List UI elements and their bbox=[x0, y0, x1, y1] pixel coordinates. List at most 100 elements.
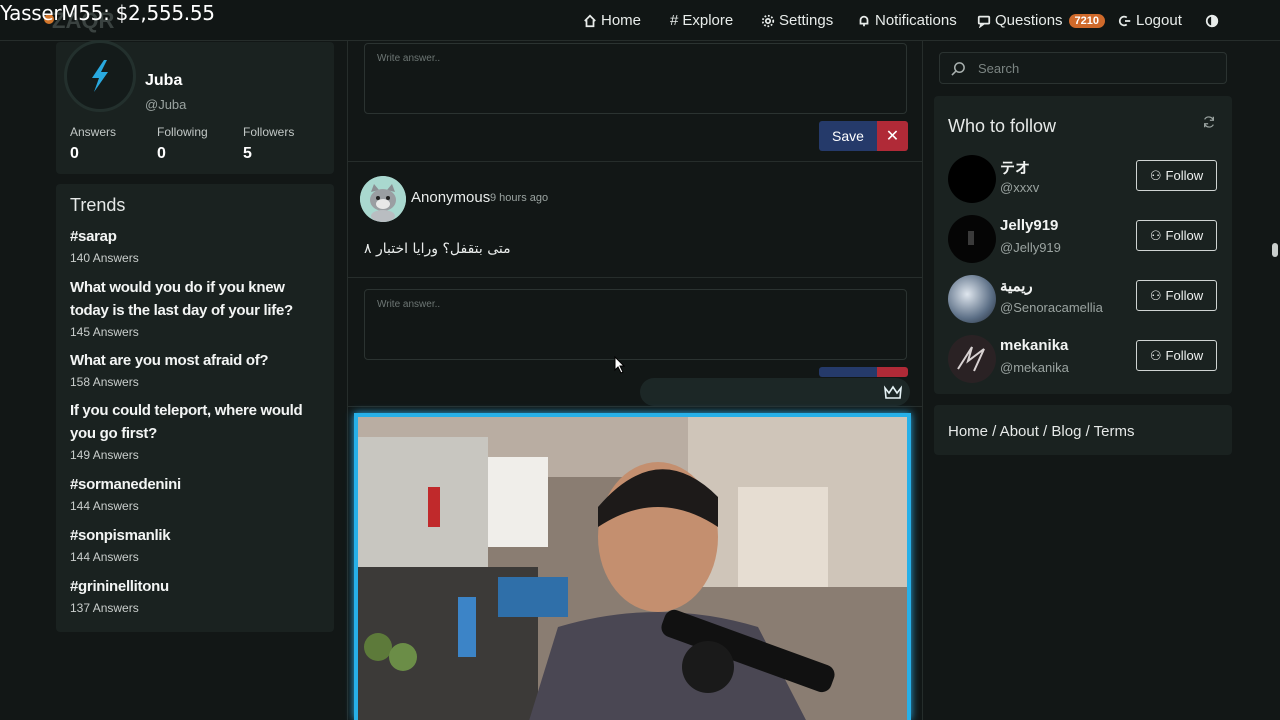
avatar[interactable] bbox=[948, 155, 996, 203]
divider bbox=[348, 161, 922, 162]
search-placeholder: Search bbox=[978, 61, 1020, 76]
follow-button-label: Follow bbox=[1165, 348, 1204, 363]
footer-links[interactable]: Home / About / Blog / Terms bbox=[948, 423, 1134, 440]
who-to-follow-title: Who to follow bbox=[948, 116, 1057, 136]
follow-button[interactable]: ⚇ Follow bbox=[1136, 160, 1217, 191]
crown-icon bbox=[877, 378, 909, 406]
trend-question[interactable]: What would you do if you knew today is t… bbox=[70, 276, 326, 322]
close-button[interactable] bbox=[877, 367, 908, 377]
nav-logout[interactable]: Logout bbox=[1118, 0, 1182, 41]
avatar[interactable] bbox=[64, 40, 136, 112]
trend-question[interactable]: #sarap bbox=[70, 225, 326, 248]
home-icon bbox=[584, 14, 596, 27]
profile-name[interactable]: Juba bbox=[145, 72, 182, 90]
answer-placeholder: Write answer.. bbox=[377, 53, 441, 64]
follow-button-label: Follow bbox=[1165, 288, 1204, 303]
webcam-overlay bbox=[354, 413, 911, 720]
footer-card: Home / About / Blog / Terms bbox=[934, 405, 1232, 455]
post-timestamp: 9 hours ago bbox=[490, 192, 549, 204]
user-plus-icon: ⚇ bbox=[1149, 167, 1162, 183]
follow-user-name[interactable]: テオ bbox=[1000, 157, 1030, 178]
trend-answer-count: 158 Answers bbox=[70, 375, 139, 389]
nav-notifications-label: Notifications bbox=[875, 12, 957, 29]
nav-questions-label: Questions bbox=[995, 12, 1063, 29]
stat-following-label: Following bbox=[157, 125, 208, 139]
post-question-text: متى بتقفل؟ ورايا اختبار ٨ bbox=[364, 241, 511, 257]
search-input[interactable]: Search bbox=[939, 52, 1227, 84]
post-author[interactable]: Anonymous bbox=[411, 189, 490, 206]
stat-answers-label: Answers bbox=[70, 125, 117, 139]
follow-user-handle: @xxxv bbox=[1000, 180, 1040, 195]
follow-user-handle: @Senoracamellia bbox=[1000, 300, 1103, 315]
close-button[interactable]: ✕ bbox=[877, 121, 908, 151]
trend-answer-count: 140 Answers bbox=[70, 251, 139, 265]
contrast-icon bbox=[1205, 14, 1219, 27]
trend-answer-count: 137 Answers bbox=[70, 601, 139, 615]
avatar[interactable] bbox=[948, 275, 996, 323]
search-icon bbox=[951, 62, 965, 76]
refresh-icon[interactable] bbox=[1202, 115, 1216, 129]
nav-settings-label: Settings bbox=[779, 12, 834, 29]
nav-logout-label: Logout bbox=[1136, 12, 1182, 29]
lightning-logo-icon bbox=[92, 60, 108, 92]
answer-input[interactable]: Write answer.. bbox=[364, 43, 907, 114]
stream-overlay-title: YasserM55: $2,555.55 bbox=[0, 1, 215, 25]
user-plus-icon: ⚇ bbox=[1149, 227, 1162, 243]
follow-user-name[interactable]: Jelly919 bbox=[1000, 217, 1058, 234]
trend-item[interactable]: #sarap 140 Answers bbox=[70, 225, 326, 265]
trend-question[interactable]: #sormanedenini bbox=[70, 473, 326, 496]
scrollbar-thumb[interactable] bbox=[1272, 243, 1278, 257]
overlay-blur-bar bbox=[640, 378, 910, 406]
trend-item[interactable]: What would you do if you knew today is t… bbox=[70, 276, 326, 339]
trends-title: Trends bbox=[70, 195, 126, 215]
trend-item[interactable]: If you could teleport, where would you g… bbox=[70, 399, 326, 462]
trend-item[interactable]: #sormanedenini 144 Answers bbox=[70, 473, 326, 513]
trend-answer-count: 144 Answers bbox=[70, 499, 139, 513]
trend-question[interactable]: What are you most afraid of? bbox=[70, 349, 326, 372]
cat-avatar-icon bbox=[360, 176, 406, 222]
avatar[interactable] bbox=[948, 215, 996, 263]
follow-button-label: Follow bbox=[1165, 168, 1204, 183]
stat-following-value: 0 bbox=[157, 145, 166, 162]
nav-home-label: Home bbox=[601, 12, 642, 29]
follow-user-name[interactable]: ريمية bbox=[1000, 277, 1033, 295]
follow-user-name[interactable]: mekanika bbox=[1000, 337, 1068, 354]
trend-item[interactable]: What are you most afraid of? 158 Answers bbox=[70, 349, 326, 389]
trend-question[interactable]: #grininellitonu bbox=[70, 575, 326, 598]
follow-user-handle: @mekanika bbox=[1000, 360, 1069, 375]
avatar-image bbox=[968, 231, 974, 245]
nav-home[interactable]: Home bbox=[583, 0, 641, 41]
mouse-cursor-icon bbox=[614, 356, 626, 374]
profile-handle: @Juba bbox=[145, 97, 187, 112]
trends-card: Trends #sarap 140 Answers What would you… bbox=[56, 184, 334, 632]
trend-question[interactable]: If you could teleport, where would you g… bbox=[70, 399, 326, 445]
anonymous-avatar[interactable] bbox=[360, 176, 406, 222]
trend-answer-count: 145 Answers bbox=[70, 325, 139, 339]
who-to-follow-card: Who to follow テオ @xxxv ⚇ Follow Jelly919… bbox=[934, 96, 1232, 394]
theme-toggle-button[interactable] bbox=[1205, 0, 1219, 41]
top-navbar: ZAQR YasserM55: $2,555.55 Home # Explore… bbox=[0, 0, 1280, 41]
avatar[interactable] bbox=[948, 335, 996, 383]
trend-answer-count: 144 Answers bbox=[70, 550, 139, 564]
stat-answers-value: 0 bbox=[70, 145, 79, 162]
nav-explore[interactable]: # Explore bbox=[670, 0, 733, 41]
follow-button[interactable]: ⚇ Follow bbox=[1136, 340, 1217, 371]
hash-icon: # bbox=[670, 12, 679, 29]
trend-item[interactable]: #grininellitonu 137 Answers bbox=[70, 575, 326, 615]
trend-question[interactable]: #sonpismanlik bbox=[70, 524, 326, 547]
trend-item[interactable]: #sonpismanlik 144 Answers bbox=[70, 524, 326, 564]
bell-icon bbox=[859, 15, 869, 26]
nav-questions[interactable]: Questions 7210 bbox=[977, 0, 1106, 41]
save-button[interactable]: Save bbox=[819, 121, 877, 151]
follow-button[interactable]: ⚇ Follow bbox=[1136, 280, 1217, 311]
divider bbox=[348, 406, 922, 407]
follow-button[interactable]: ⚇ Follow bbox=[1136, 220, 1217, 251]
save-button[interactable] bbox=[819, 367, 877, 377]
stat-followers-value: 5 bbox=[243, 145, 252, 162]
nav-notifications[interactable]: Notifications bbox=[857, 0, 957, 41]
answer-input[interactable]: Write answer.. bbox=[364, 289, 907, 360]
follow-user-handle: @Jelly919 bbox=[1000, 240, 1061, 255]
trend-answer-count: 149 Answers bbox=[70, 448, 139, 462]
gear-icon bbox=[761, 14, 775, 27]
nav-settings[interactable]: Settings bbox=[761, 0, 833, 41]
